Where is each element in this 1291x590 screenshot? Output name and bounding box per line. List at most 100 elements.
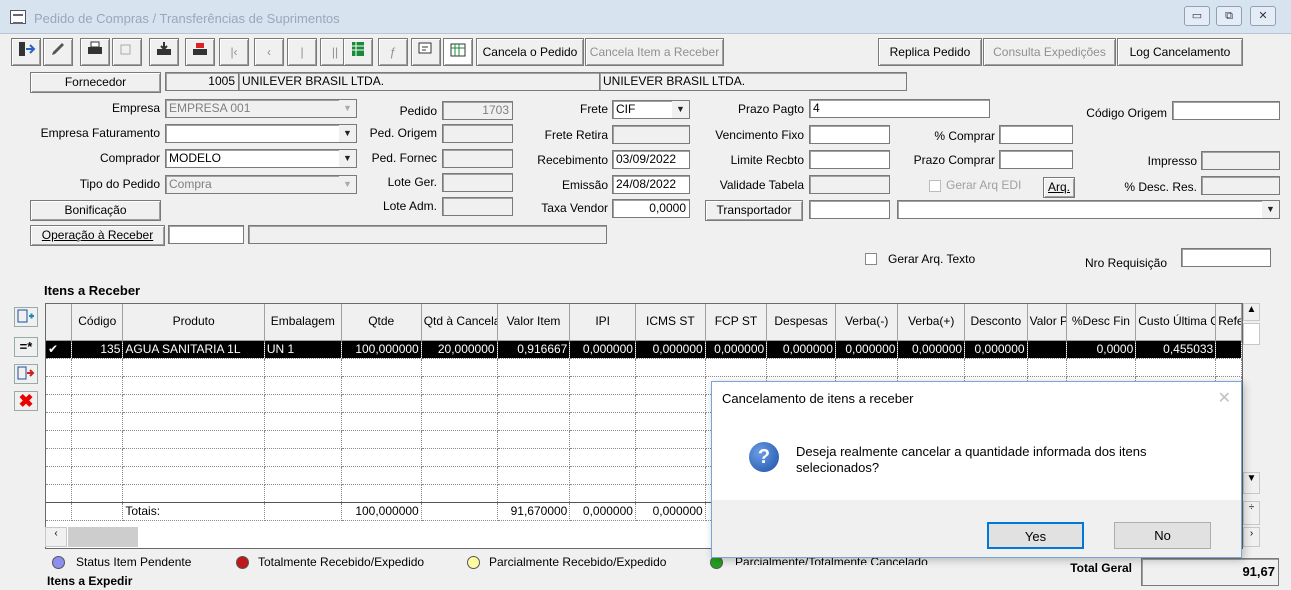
scroll-thumb[interactable] (1243, 323, 1260, 345)
table-cell[interactable] (1215, 358, 1242, 377)
table-cell[interactable] (71, 430, 124, 449)
tipo-pedido-select[interactable]: Compra ▼ (165, 175, 357, 194)
table-cell[interactable]: 0,916667 (497, 340, 571, 359)
prev-icon[interactable]: ‹ (254, 38, 284, 66)
table-cell[interactable] (46, 448, 73, 467)
export-icon[interactable] (185, 38, 215, 66)
column-header[interactable]: %Desc Fin (1066, 304, 1137, 341)
table-cell[interactable] (1027, 358, 1067, 377)
table-cell[interactable] (71, 358, 124, 377)
table-cell[interactable] (635, 448, 706, 467)
table-cell[interactable] (569, 394, 636, 413)
table-cell[interactable] (497, 484, 571, 503)
table-cell[interactable] (421, 412, 498, 431)
column-header[interactable]: Valor PMC (1027, 304, 1067, 341)
table-cell[interactable] (341, 430, 422, 449)
cancel-log-button[interactable]: Log Cancelamento (1117, 38, 1243, 66)
table-cell[interactable] (122, 376, 265, 395)
nro-requisicao-field[interactable] (1181, 248, 1271, 267)
bonificacao-button[interactable]: Bonificação (30, 200, 161, 221)
table-cell[interactable] (71, 466, 124, 485)
table-cell[interactable] (341, 394, 422, 413)
next-icon[interactable]: | (287, 38, 317, 66)
insert-row-icon[interactable] (14, 364, 38, 384)
grid-icon[interactable] (343, 38, 373, 66)
codigo-origem-field[interactable] (1172, 101, 1280, 120)
table-cell[interactable] (341, 448, 422, 467)
table-cell[interactable] (497, 394, 571, 413)
table-cell[interactable] (569, 376, 636, 395)
table-cell[interactable] (122, 484, 265, 503)
empresa-faturamento-select[interactable]: ▼ (165, 124, 357, 143)
table-cell[interactable]: 135 (71, 340, 124, 359)
table-cell[interactable]: 0,000000 (897, 340, 966, 359)
table-cell[interactable] (635, 430, 706, 449)
table-cell[interactable] (264, 466, 342, 485)
table-cell[interactable] (264, 448, 342, 467)
table-cell[interactable] (122, 448, 265, 467)
table-cell[interactable] (71, 376, 124, 395)
empty-row[interactable] (46, 358, 1242, 377)
table-cell[interactable]: UN 1 (264, 340, 342, 359)
cancel-item-button[interactable]: Cancela Item a Receber (585, 38, 724, 66)
table-cell[interactable] (497, 412, 571, 431)
table-cell[interactable] (122, 358, 265, 377)
scroll-left-icon[interactable]: ‹ (45, 527, 67, 547)
column-header[interactable] (46, 304, 73, 341)
cancel-order-button[interactable]: Cancela o Pedido (476, 38, 584, 66)
table-cell[interactable]: ✔ (46, 340, 73, 359)
column-header[interactable]: FCP ST (705, 304, 768, 341)
table-cell[interactable]: 20,000000 (421, 340, 498, 359)
table-cell[interactable] (264, 430, 342, 449)
table-cell[interactable] (635, 394, 706, 413)
table-cell[interactable]: 0,000000 (964, 340, 1028, 359)
column-header[interactable]: Desconto (964, 304, 1028, 341)
table-cell[interactable] (122, 466, 265, 485)
column-header[interactable]: ICMS ST (635, 304, 706, 341)
hscroll-thumb[interactable] (68, 527, 138, 547)
table-cell[interactable]: 0,455033 (1135, 340, 1217, 359)
first-icon[interactable]: |‹ (219, 38, 249, 66)
table-cell[interactable]: 0,000000 (569, 340, 636, 359)
restore-button[interactable]: ⧉ (1216, 6, 1242, 26)
table-cell[interactable] (497, 358, 571, 377)
table-cell[interactable] (71, 484, 124, 503)
table-cell[interactable] (569, 430, 636, 449)
table-cell[interactable] (835, 358, 899, 377)
table-cell[interactable] (122, 430, 265, 449)
table-cell[interactable] (341, 466, 422, 485)
table-cell[interactable] (497, 448, 571, 467)
table-cell[interactable] (421, 376, 498, 395)
taxa-vendor-field[interactable]: 0,0000 (612, 199, 690, 218)
column-header[interactable]: Verba(+) (897, 304, 966, 341)
table-cell[interactable] (497, 430, 571, 449)
operacao-receber-button[interactable]: Operação à Receber (30, 225, 165, 246)
table-cell[interactable] (421, 484, 498, 503)
table-cell[interactable] (705, 358, 768, 377)
operacao-code-field[interactable] (168, 225, 244, 244)
table-cell[interactable] (1215, 340, 1242, 359)
check-shipments-button[interactable]: Consulta Expedições (983, 38, 1116, 66)
column-header[interactable]: Valor Item (497, 304, 571, 341)
scroll-down-icon[interactable]: ▼ (1243, 472, 1260, 494)
column-header[interactable]: IPI (569, 304, 636, 341)
arq-button[interactable]: Arq. (1043, 177, 1075, 198)
table-cell[interactable] (264, 394, 342, 413)
table-cell[interactable] (46, 466, 73, 485)
transportador-code-field[interactable] (809, 200, 890, 219)
table-cell[interactable] (122, 394, 265, 413)
table-cell[interactable] (421, 466, 498, 485)
column-header[interactable]: Embalagem (264, 304, 342, 341)
table-cell[interactable]: 0,000000 (705, 340, 768, 359)
transportador-select[interactable]: ▼ (897, 200, 1280, 219)
table-cell[interactable] (46, 430, 73, 449)
table-cell[interactable] (421, 358, 498, 377)
table-cell[interactable] (897, 358, 966, 377)
table-cell[interactable] (635, 376, 706, 395)
table-cell[interactable]: 0,000000 (835, 340, 899, 359)
table-cell[interactable] (635, 484, 706, 503)
table-cell[interactable] (569, 466, 636, 485)
table-cell[interactable]: 0,000000 (766, 340, 836, 359)
table-cell[interactable] (569, 358, 636, 377)
table-cell[interactable] (1027, 340, 1067, 359)
